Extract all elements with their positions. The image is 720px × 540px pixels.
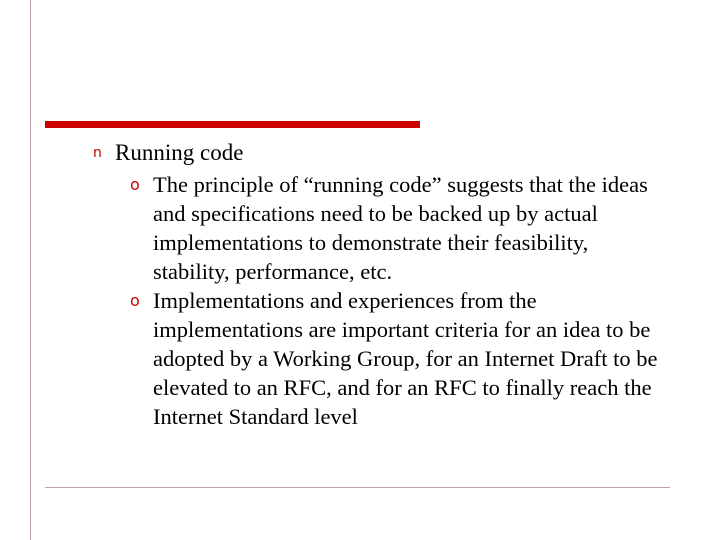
bullet-marker-circle-icon: o xyxy=(130,175,140,194)
list-item-text: Running code xyxy=(115,140,244,165)
list-item: o The principle of “running code” sugges… xyxy=(45,170,685,286)
slide-body: n Running code o The principle of “runni… xyxy=(45,138,685,431)
slide: n Running code o The principle of “runni… xyxy=(0,0,720,540)
left-vertical-rule xyxy=(30,0,31,540)
list-item: n Running code xyxy=(45,138,685,168)
list-item-text: The principle of “running code” suggests… xyxy=(153,172,648,284)
title-accent-bar xyxy=(45,121,420,128)
bottom-horizontal-rule xyxy=(45,487,670,488)
bullet-marker-square-icon: n xyxy=(93,145,102,161)
bullet-marker-circle-icon: o xyxy=(130,291,140,310)
list-item-text: Implementations and experiences from the… xyxy=(153,288,658,429)
list-item: o Implementations and experiences from t… xyxy=(45,286,685,431)
